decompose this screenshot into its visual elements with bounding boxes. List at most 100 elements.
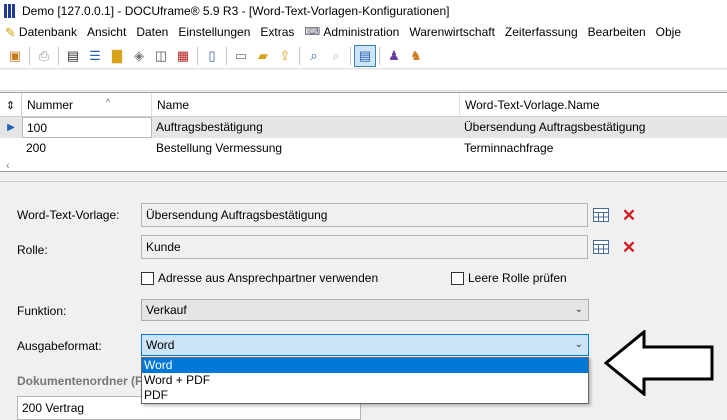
grid-header: ⇕ Nummer ^ Name Word-Text-Vorlage.Name	[0, 93, 727, 117]
detail-view-icon: ▤	[358, 48, 372, 63]
toolbar-separator	[29, 46, 30, 65]
window-title: Demo [127.0.0.1] - DOCUframe® 5.9 R3 - […	[22, 4, 450, 18]
row-indicator-icon: ▶	[7, 122, 15, 133]
cell-nummer[interactable]: 200	[22, 138, 152, 159]
dropdown-option-pdf[interactable]: PDF	[142, 388, 588, 403]
ausgabeformat-label: Ausgabeformat:	[17, 339, 102, 353]
leere-rolle-checkbox[interactable]: Leere Rolle prüfen	[451, 271, 567, 285]
ausgabeformat-select[interactable]: Word ⌄	[141, 334, 589, 356]
horizontal-scrollbar[interactable]: ‹	[0, 159, 727, 172]
adresse-checkbox[interactable]: Adresse aus Ansprechpartner verwenden	[141, 271, 378, 285]
menu-ansicht[interactable]: Ansicht	[82, 22, 131, 43]
new-document-icon: ▭	[234, 48, 248, 63]
menu-objekt[interactable]: Obje	[651, 22, 686, 43]
sort-ascending-icon: ^	[106, 97, 111, 107]
filter-bar	[0, 70, 727, 91]
cell-vorlage[interactable]: Übersendung Auftragsbestätigung	[460, 117, 727, 138]
search-button[interactable]: ⌕	[303, 45, 325, 67]
search-disabled-icon: ⌕	[332, 48, 340, 63]
data-grid: ⇕ Nummer ^ Name Word-Text-Vorlage.Name ▶…	[0, 92, 727, 172]
export-icon: ⇪	[279, 48, 291, 63]
folder-button[interactable]: ▇	[106, 45, 128, 67]
dropdown-option-word-pdf[interactable]: Word + PDF	[142, 373, 588, 388]
detail-view-button[interactable]: ▤	[354, 44, 376, 67]
ausgabeformat-dropdown-list: Word Word + PDF PDF	[141, 357, 589, 404]
delete-icon: ✕	[621, 237, 637, 257]
splitter[interactable]	[0, 181, 727, 182]
table-row[interactable]: 200 Bestellung Vermessung Terminnachfrag…	[0, 138, 727, 159]
menu-einstellungen[interactable]: Einstellungen	[173, 22, 255, 43]
calendar-icon: ▦	[176, 48, 190, 63]
chevron-down-icon: ⌄	[574, 339, 583, 350]
calendar-button[interactable]: ▦	[172, 45, 194, 67]
funktion-select[interactable]: Verkauf ⌄	[141, 299, 589, 321]
app-icon	[4, 4, 18, 18]
tag-icon: ◈	[134, 48, 144, 63]
open-folder-button[interactable]: ▰	[252, 45, 274, 67]
search-disabled-button[interactable]: ⌕	[325, 45, 347, 67]
scroll-left-icon[interactable]: ‹	[6, 160, 10, 172]
menu-daten[interactable]: Daten	[131, 22, 173, 43]
vorlage-label: Word-Text-Vorlage:	[17, 208, 120, 222]
funktion-label: Funktion:	[17, 304, 67, 318]
cell-name[interactable]: Auftragsbestätigung	[152, 117, 460, 138]
open-folder-icon: ▰	[258, 48, 268, 63]
sort-arrows-icon: ⇕	[5, 99, 16, 112]
vorlage-clear-button[interactable]: ✕	[620, 206, 638, 224]
vorlage-select-button[interactable]	[592, 206, 610, 224]
leere-rolle-checkbox-box[interactable]	[451, 271, 464, 285]
adresse-checkbox-label: Adresse aus Ansprechpartner verwenden	[158, 271, 379, 285]
menu-warenwirtschaft[interactable]: Warenwirtschaft	[404, 22, 500, 43]
toolbar-separator	[350, 46, 351, 65]
user-card-icon: ▣	[8, 48, 22, 63]
toolbar-separator	[299, 46, 300, 65]
table-icon	[593, 208, 609, 222]
column-header-vorlage-name[interactable]: Word-Text-Vorlage.Name	[460, 93, 727, 117]
sort-toggle[interactable]: ⇕	[0, 93, 22, 117]
printer-icon: ⎙	[38, 48, 50, 63]
cell-vorlage[interactable]: Terminnachfrage	[460, 138, 727, 159]
title-bar: Demo [127.0.0.1] - DOCUframe® 5.9 R3 - […	[0, 0, 727, 22]
vorlage-field[interactable]: Übersendung Auftragsbestätigung	[141, 203, 588, 227]
rolle-field[interactable]: Kunde	[141, 235, 588, 259]
stack-button[interactable]: ◫	[150, 45, 172, 67]
menu-zeiterfassung[interactable]: Zeiterfassung	[500, 22, 583, 43]
rolle-clear-button[interactable]: ✕	[620, 238, 638, 256]
user-card-button[interactable]: ▣	[4, 45, 26, 67]
menu-bearbeiten[interactable]: Bearbeiten	[583, 22, 651, 43]
table-row[interactable]: ▶ 100 Auftragsbestätigung Übersendung Au…	[0, 117, 727, 138]
toolbar: ▣ ⎙ ▤ ☰ ▇ ◈ ◫ ▦ ▯ ▭ ▰ ⇪ ⌕ ⌕ ▤ ♟ ♞	[0, 43, 727, 69]
dropdown-option-word[interactable]: Word	[142, 358, 588, 373]
dokumentenordner-label: Dokumentenordner (F	[17, 374, 143, 388]
contact-card-button[interactable]: ▤	[62, 45, 84, 67]
users-icon: ♟	[388, 48, 400, 63]
print-button[interactable]: ⎙	[33, 45, 55, 67]
cell-name[interactable]: Bestellung Vermessung	[152, 138, 460, 159]
toolbar-separator	[379, 46, 380, 65]
menu-datenbank[interactable]: ✎ Datenbank	[0, 22, 82, 43]
tag-button[interactable]: ◈	[128, 45, 150, 67]
folder-icon: ▇	[112, 48, 122, 63]
column-header-nummer[interactable]: Nummer ^	[22, 93, 152, 117]
list-button[interactable]: ☰	[84, 45, 106, 67]
users-alt-icon: ♞	[410, 48, 422, 63]
rolle-select-button[interactable]	[592, 238, 610, 256]
export-button[interactable]: ⇪	[274, 45, 296, 67]
delete-icon: ✕	[621, 205, 637, 225]
column-header-name[interactable]: Name	[152, 93, 460, 117]
rolle-label: Rolle:	[17, 243, 48, 257]
cell-nummer[interactable]: 100	[22, 117, 152, 138]
pencil-icon: ✎	[5, 25, 16, 40]
menu-extras[interactable]: Extras	[255, 22, 299, 43]
stack-icon: ◫	[154, 48, 168, 63]
table-icon	[593, 240, 609, 254]
users-alt-button[interactable]: ♞	[405, 45, 427, 67]
annotation-arrow-icon	[604, 330, 714, 396]
adresse-checkbox-box[interactable]	[141, 271, 154, 285]
phone-button[interactable]: ▯	[201, 45, 223, 67]
menu-bar: ✎ Datenbank Ansicht Daten Einstellungen …	[0, 22, 727, 43]
users-button[interactable]: ♟	[383, 45, 405, 67]
toolbar-separator	[197, 46, 198, 65]
menu-administration[interactable]: ⌨ Administration	[299, 22, 404, 43]
new-document-button[interactable]: ▭	[230, 45, 252, 67]
